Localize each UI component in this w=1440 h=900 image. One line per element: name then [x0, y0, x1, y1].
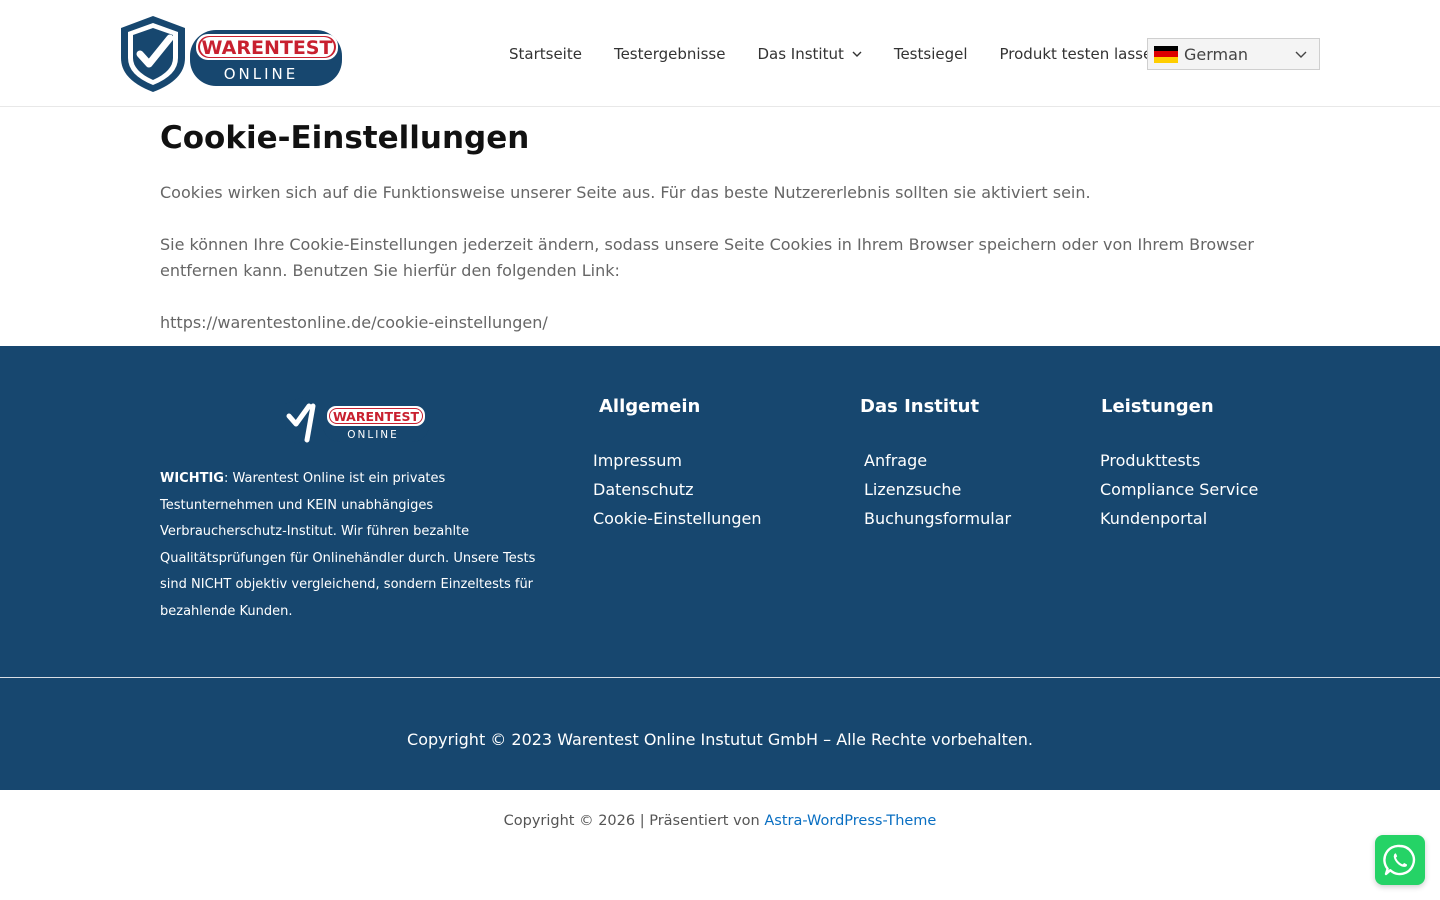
- footer-link-lizenzsuche[interactable]: Lizenzsuche: [864, 475, 1011, 504]
- footer-column-title: Das Institut: [860, 396, 980, 417]
- nav-item-testsiegel[interactable]: Testsiegel: [878, 45, 984, 63]
- footer-column-das-institut: Das Institut Anfrage Lizenzsuche Buchung…: [860, 394, 1011, 533]
- language-selected: German: [1184, 44, 1249, 64]
- disclaimer-text: : Warentest Online ist ein privates Test…: [160, 471, 536, 619]
- nav-item-das-institut[interactable]: Das Institut: [741, 45, 877, 63]
- footer-column-leistungen: Leistungen Produkttests Compliance Servi…: [1100, 394, 1258, 533]
- logo-graphic: WARENTEST ONLINE: [121, 16, 342, 92]
- logo-text-top: WARENTEST: [202, 37, 333, 59]
- nav-item-startseite[interactable]: Startseite: [493, 45, 598, 63]
- whatsapp-icon: [1383, 844, 1416, 876]
- nav-label: Das Institut: [757, 44, 844, 63]
- footer-link-cookie-einstellungen[interactable]: Cookie-Einstellungen: [593, 504, 762, 533]
- nav-label: Produkt testen lassen: [999, 44, 1162, 63]
- footer-link-buchungsformular[interactable]: Buchungsformular: [864, 504, 1011, 533]
- de-flag-icon: [1154, 45, 1178, 63]
- footer-disclaimer: WICHTIG: Warentest Online ist ein privat…: [160, 466, 550, 625]
- footer-logo[interactable]: WARENTEST ONLINE: [283, 394, 433, 448]
- main-content: Cookie-Einstellungen Cookies wirken sich…: [160, 118, 1280, 336]
- footer-link-impressum[interactable]: Impressum: [593, 446, 762, 475]
- site-header: WARENTEST ONLINE Startseite Testergebnis…: [0, 0, 1440, 107]
- site-info-text: Copyright © 2026 | Präsentiert von: [503, 813, 765, 829]
- footer-link-list: Impressum Datenschutz Cookie-Einstellung…: [593, 446, 762, 533]
- footer-logo-text-top: WARENTEST: [333, 409, 420, 424]
- logo-text-bottom: ONLINE: [224, 65, 299, 83]
- site-info: Copyright © 2026 | Präsentiert von Astra…: [0, 813, 1440, 829]
- cookie-settings-url: https://warentestonline.de/cookie-einste…: [160, 313, 548, 332]
- whatsapp-chat-button[interactable]: [1375, 835, 1425, 885]
- disclaimer-label: WICHTIG: [160, 471, 224, 486]
- footer-logo-text-bottom: ONLINE: [347, 429, 399, 441]
- nav-label: Startseite: [509, 44, 582, 63]
- info-paragraph: Sie können Ihre Cookie-Einstellungen jed…: [160, 235, 1254, 280]
- company-copyright: Copyright © 2023 Warentest Online Instut…: [407, 730, 1033, 749]
- footer-widgets: WARENTEST ONLINE WICHTIG: Warentest Onli…: [0, 346, 1440, 677]
- main-navigation: Startseite Testergebnisse Das Institut T…: [493, 0, 1178, 107]
- footer-link-produkttests[interactable]: Produkttests: [1100, 446, 1258, 475]
- footer-link-compliance-service[interactable]: Compliance Service: [1100, 475, 1258, 504]
- chevron-down-icon: [852, 51, 862, 57]
- footer-copyright-bar: Copyright © 2023 Warentest Online Instut…: [0, 678, 1440, 790]
- footer-link-datenschutz[interactable]: Datenschutz: [593, 475, 762, 504]
- astra-theme-link[interactable]: Astra-WordPress-Theme: [764, 813, 936, 829]
- footer-link-list: Produkttests Compliance Service Kundenpo…: [1100, 446, 1258, 533]
- nav-label: Testergebnisse: [613, 44, 726, 63]
- footer-logo-graphic: WARENTEST ONLINE: [285, 397, 429, 444]
- page-title: Cookie-Einstellungen: [160, 120, 530, 156]
- footer-link-anfrage[interactable]: Anfrage: [864, 446, 1011, 475]
- footer-column-allgemein: Allgemein Impressum Datenschutz Cookie-E…: [593, 394, 762, 533]
- language-selector[interactable]: German: [1147, 38, 1320, 70]
- footer-link-list: Anfrage Lizenzsuche Buchungsformular: [864, 446, 1011, 533]
- site-logo[interactable]: WARENTEST ONLINE: [118, 14, 348, 94]
- footer-column-title: Leistungen: [1101, 396, 1214, 417]
- footer-link-kundenportal[interactable]: Kundenportal: [1100, 504, 1258, 533]
- footer-column-title: Allgemein: [599, 396, 701, 417]
- nav-label: Testsiegel: [893, 44, 968, 63]
- nav-item-testergebnisse[interactable]: Testergebnisse: [598, 45, 741, 63]
- intro-paragraph: Cookies wirken sich auf die Funktionswei…: [160, 183, 1091, 202]
- chevron-down-icon: [1295, 51, 1307, 58]
